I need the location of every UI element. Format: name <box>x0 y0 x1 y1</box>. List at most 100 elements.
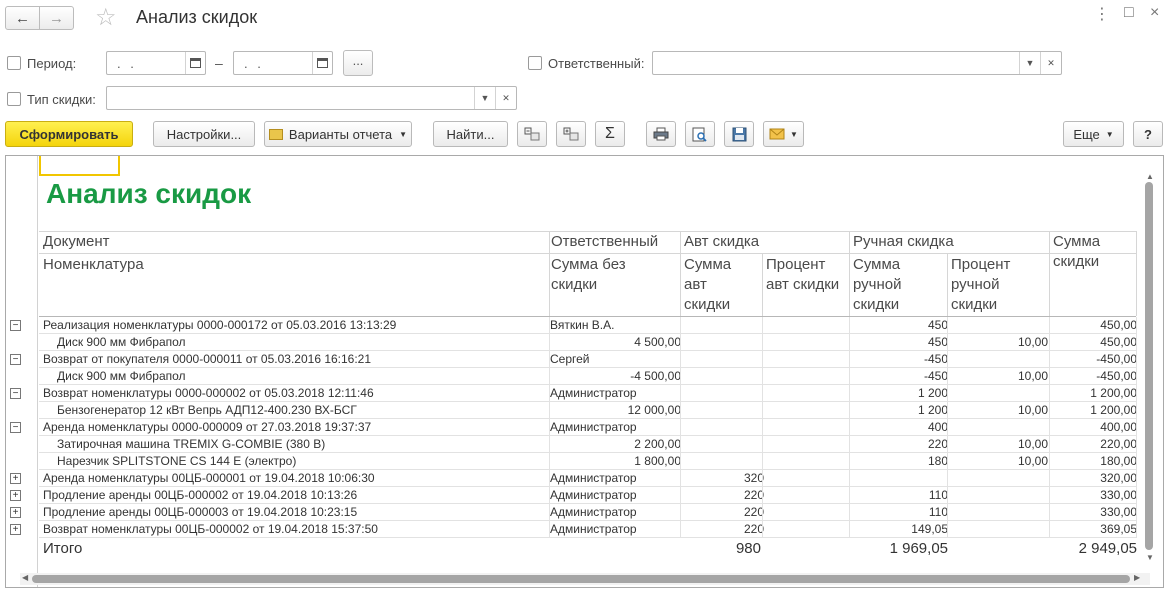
row-name: Продление аренды 00ЦБ-000003 от 19.04.20… <box>43 505 358 519</box>
folder-icon <box>268 128 283 140</box>
table-row[interactable]: Продление аренды 00ЦБ-000003 от 19.04.20… <box>39 504 1137 521</box>
expand-toggle-icon[interactable]: + <box>10 507 21 518</box>
table-row[interactable]: Аренда номенклатуры 00ЦБ-000001 от 19.04… <box>39 470 1137 487</box>
more-menu-icon[interactable]: ⋮ <box>1094 4 1111 24</box>
vertical-scrollbar[interactable] <box>1145 182 1153 550</box>
dropdown-arrow-icon[interactable]: ▼ <box>474 87 495 109</box>
scroll-right-arrow-icon[interactable]: ▶ <box>1134 573 1140 582</box>
col-header-responsible: Ответственный <box>551 233 659 250</box>
row-name: Затирочная машина TREMIX G-COMBIE (380 В… <box>57 437 326 451</box>
scroll-up-arrow-icon[interactable]: ▲ <box>1146 172 1154 181</box>
body-column-separator <box>762 317 763 538</box>
report-variants-button[interactable]: Варианты отчета ▼ <box>264 121 412 147</box>
expand-toggle-icon[interactable]: + <box>10 490 21 501</box>
generate-button[interactable]: Сформировать <box>5 121 133 147</box>
collapse-toggle-icon[interactable]: − <box>10 422 21 433</box>
more-button[interactable]: Еще ▼ <box>1063 121 1124 147</box>
row-name: Возврат номенклатуры 00ЦБ-000002 от 19.0… <box>43 522 378 536</box>
row-manual-percent: 10,00 <box>1017 437 1048 451</box>
collapse-toggle-icon[interactable]: − <box>10 320 21 331</box>
table-row[interactable]: Реализация номенклатуры 0000-000172 от 0… <box>39 317 1137 334</box>
row-discount-sum: 450,00 <box>1100 318 1137 332</box>
scroll-down-arrow-icon[interactable]: ▼ <box>1146 553 1154 562</box>
collapse-groups-button[interactable] <box>517 121 547 147</box>
header-vline <box>1136 231 1137 316</box>
discount-type-field[interactable]: ▼ ✕ <box>106 86 517 110</box>
save-button[interactable] <box>724 121 754 147</box>
table-row[interactable]: Возврат номенклатуры 0000-000002 от 05.0… <box>39 385 1137 402</box>
row-name: Нарезчик SPLITSTONE CS 144 E (электро) <box>57 454 297 468</box>
responsible-label: Ответственный: <box>548 56 645 71</box>
horizontal-scrollbar[interactable] <box>32 575 1130 583</box>
period-from-field[interactable]: . . <box>106 51 206 75</box>
row-discount-sum: 320,00 <box>1100 471 1137 485</box>
sum-button[interactable]: Σ <box>595 121 625 147</box>
clear-icon[interactable]: ✕ <box>1040 52 1061 74</box>
row-manual-percent: 10,00 <box>1017 403 1048 417</box>
expand-toggle-icon[interactable]: + <box>10 524 21 535</box>
period-checkbox[interactable] <box>7 56 21 70</box>
col-header-nomenclature: Номенклатура <box>43 256 144 273</box>
row-responsible-or-sum: 12 000,00 <box>627 403 681 417</box>
report-area[interactable]: Анализ скидок Документ Номенклатура Отве… <box>5 155 1164 588</box>
dropdown-arrow-icon[interactable]: ▼ <box>1019 52 1040 74</box>
period-to-field[interactable]: . . <box>233 51 333 75</box>
row-name: Возврат номенклатуры 0000-000002 от 05.0… <box>43 386 374 400</box>
period-select-button[interactable]: ... <box>343 50 373 76</box>
table-row[interactable]: Возврат от покупателя 0000-000011 от 05.… <box>39 351 1137 368</box>
header-vline <box>680 231 681 316</box>
row-discount-sum: -450,00 <box>1096 352 1137 366</box>
help-button[interactable]: ? <box>1133 121 1163 147</box>
row-manual-sum: 1 200 <box>917 386 948 400</box>
send-email-button[interactable]: ▼ <box>763 121 804 147</box>
header-vline <box>849 231 850 316</box>
responsible-field[interactable]: ▼ ✕ <box>652 51 1062 75</box>
row-discount-sum: 330,00 <box>1100 505 1137 519</box>
header-vline <box>1049 231 1050 316</box>
calendar-icon[interactable] <box>185 52 205 74</box>
forward-button[interactable]: → <box>39 6 74 30</box>
row-name: Диск 900 мм Фибрапол <box>57 335 186 349</box>
row-manual-sum: -450 <box>923 369 948 383</box>
expand-groups-button[interactable] <box>556 121 586 147</box>
printer-icon <box>653 127 669 141</box>
col-header-sum-without-discount: Сумма без скидки <box>551 256 626 293</box>
responsible-checkbox[interactable] <box>528 56 542 70</box>
table-row[interactable]: Затирочная машина TREMIX G-COMBIE (380 В… <box>39 436 1137 453</box>
row-auto-sum: 320 <box>743 471 764 485</box>
favorite-star-icon[interactable]: ☆ <box>95 3 117 32</box>
scroll-left-arrow-icon[interactable]: ◀ <box>22 573 28 582</box>
row-manual-percent: 10,00 <box>1017 454 1048 468</box>
close-icon[interactable]: × <box>1150 4 1159 22</box>
table-row[interactable]: Аренда номенклатуры 0000-000009 от 27.03… <box>39 419 1137 436</box>
clear-icon[interactable]: ✕ <box>495 87 516 109</box>
header-vline <box>947 253 948 316</box>
collapse-toggle-icon[interactable]: − <box>10 354 21 365</box>
period-label: Период: <box>27 56 77 71</box>
table-row[interactable]: Продление аренды 00ЦБ-000002 от 19.04.20… <box>39 487 1137 504</box>
calendar-icon[interactable] <box>312 52 332 74</box>
table-row[interactable]: Диск 900 мм Фибрапол 4 500,00 450 10,00 450,… <box>39 334 1137 351</box>
sigma-icon: Σ <box>605 125 615 142</box>
table-row[interactable]: Возврат номенклатуры 00ЦБ-000002 от 19.0… <box>39 521 1137 538</box>
maximize-icon[interactable]: □ <box>1124 4 1134 22</box>
body-column-separator <box>680 317 681 538</box>
settings-button[interactable]: Настройки... <box>153 121 255 147</box>
collapse-toggle-icon[interactable]: − <box>10 388 21 399</box>
find-button[interactable]: Найти... <box>433 121 508 147</box>
table-row[interactable]: Нарезчик SPLITSTONE CS 144 E (электро) 1 … <box>39 453 1137 470</box>
body-column-separator <box>849 317 850 538</box>
period-from-value: . . <box>117 56 137 71</box>
row-responsible-or-sum: Администратор <box>550 505 637 519</box>
preview-button[interactable] <box>685 121 715 147</box>
row-auto-sum: 220 <box>743 505 764 519</box>
discount-type-checkbox[interactable] <box>7 92 21 106</box>
print-button[interactable] <box>646 121 676 147</box>
col-header-manual-percent: Процент ручной скидки <box>951 256 1011 313</box>
expand-toggle-icon[interactable]: + <box>10 473 21 484</box>
table-row[interactable]: Бензогенератор 12 кВт Вепрь АДП12-400.23… <box>39 402 1137 419</box>
row-responsible-or-sum: Вяткин В.А. <box>550 318 615 332</box>
table-row[interactable]: Диск 900 мм Фибрапол -4 500,00 -450 10,00 -4… <box>39 368 1137 385</box>
back-button[interactable]: ← <box>5 6 40 30</box>
row-auto-sum: 220 <box>743 488 764 502</box>
